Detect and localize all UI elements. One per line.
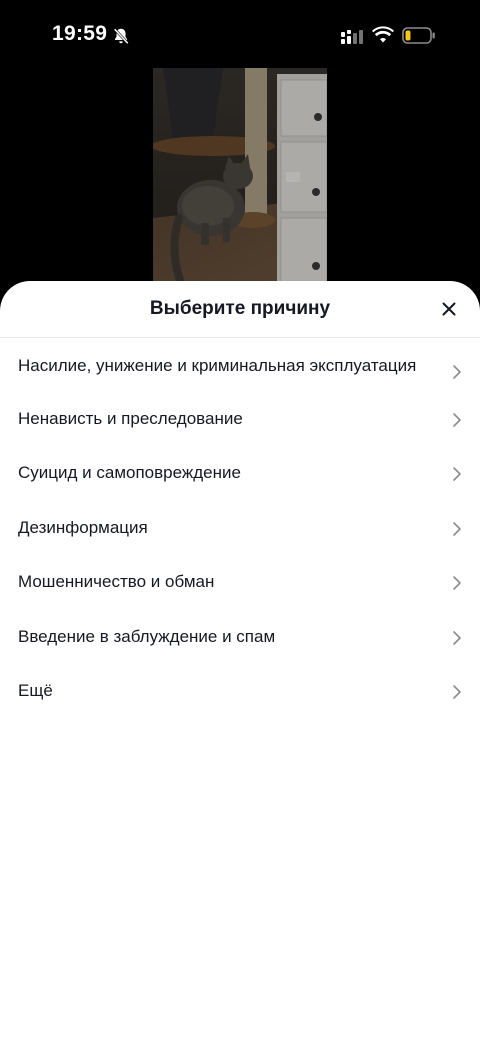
reason-item-misinformation[interactable]: Дезинформация bbox=[0, 502, 480, 557]
chevron-right-icon bbox=[453, 630, 461, 645]
report-reason-sheet: Выберите причину Насилие, унижение и кри… bbox=[0, 281, 480, 1043]
chevron-right-icon bbox=[453, 685, 461, 700]
chevron-right-icon bbox=[453, 412, 461, 427]
close-button[interactable] bbox=[438, 298, 460, 320]
chevron-right-icon bbox=[453, 576, 461, 591]
sheet-header: Выберите причину bbox=[0, 281, 480, 338]
reason-label: Дезинформация bbox=[18, 517, 148, 537]
sheet-title: Выберите причину bbox=[149, 298, 331, 319]
video-thumbnail[interactable] bbox=[153, 68, 327, 290]
reason-label: Насилие, унижение и криминальная эксплуа… bbox=[18, 356, 417, 375]
reason-label: Ненависть и преследование bbox=[18, 408, 243, 428]
close-icon bbox=[442, 302, 456, 316]
reason-label: Суицид и самоповреждение bbox=[18, 463, 241, 482]
status-bar: 19:59 bbox=[0, 0, 480, 70]
chevron-right-icon bbox=[453, 365, 461, 379]
reason-item-fraud[interactable]: Мошенничество и обман bbox=[0, 556, 480, 611]
reason-list: Насилие, унижение и криминальная эксплуа… bbox=[0, 338, 480, 720]
screen: 19:59 Выберите причину Насилие, унижение… bbox=[0, 0, 480, 1043]
reason-item-spam[interactable]: Введение в заблуждение и спам bbox=[0, 611, 480, 666]
reason-item-hate[interactable]: Ненависть и преследование bbox=[0, 393, 480, 448]
status-time: 19:59 bbox=[52, 22, 108, 45]
chevron-right-icon bbox=[453, 521, 461, 536]
reason-label: Введение в заблуждение и спам bbox=[18, 626, 276, 646]
reason-item-violence[interactable]: Насилие, унижение и криминальная эксплуа… bbox=[0, 338, 480, 393]
chevron-right-icon bbox=[453, 467, 461, 482]
reason-item-suicide[interactable]: Суицид и самоповреждение bbox=[0, 447, 480, 502]
reason-item-more[interactable]: Ещё bbox=[0, 665, 480, 720]
signal-icon bbox=[341, 30, 363, 44]
bell-slash-icon bbox=[113, 28, 129, 45]
reason-label: Ещё bbox=[18, 681, 53, 700]
battery-icon bbox=[402, 27, 435, 44]
wifi-icon bbox=[372, 26, 394, 43]
reason-label: Мошенничество и обман bbox=[18, 572, 215, 591]
